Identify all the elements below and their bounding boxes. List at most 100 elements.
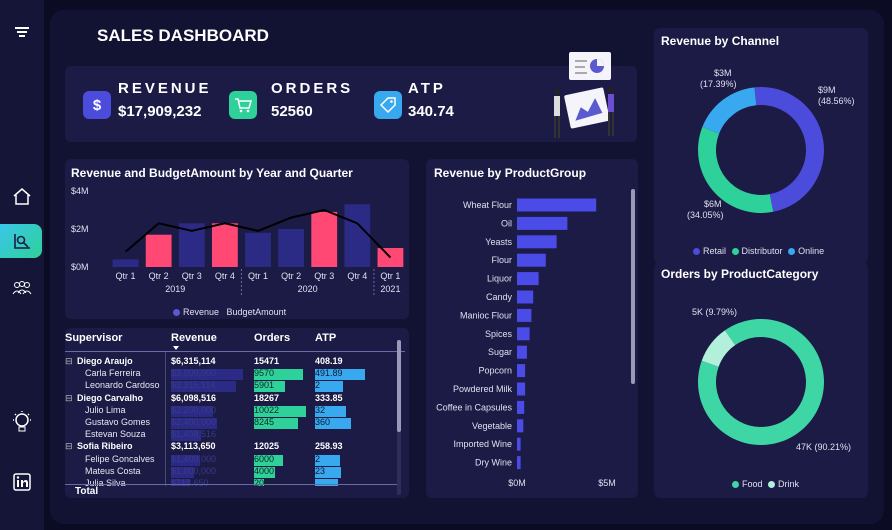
collapse-icon[interactable]: ⊟ xyxy=(65,393,73,404)
table-row[interactable]: Gustavo Gomes $2,400,000 8245 360 xyxy=(65,417,405,429)
label-drink: 5K (9.79%) xyxy=(692,307,738,317)
product-group-label: Vegetable xyxy=(472,421,512,431)
donut-slice-online[interactable] xyxy=(702,87,757,134)
employee-name: Mateus Costa xyxy=(85,465,141,476)
product-group-label: Oil xyxy=(501,218,512,228)
orders-cell: 12025 xyxy=(254,441,280,452)
home-icon[interactable] xyxy=(8,182,36,210)
revenue-bar[interactable] xyxy=(311,211,338,267)
employee-name: Gustavo Gomes xyxy=(85,417,151,427)
product-group-label: Spices xyxy=(485,329,513,339)
orders-cell: 10022 xyxy=(254,404,280,415)
sort-desc-icon[interactable] xyxy=(173,346,179,350)
table-row[interactable]: Estevan Souza $1,498,516 0 xyxy=(65,429,405,442)
collapse-icon[interactable]: ⊟ xyxy=(65,356,73,367)
product-group-bar[interactable] xyxy=(517,364,526,378)
atp-cell: 2 xyxy=(315,453,321,464)
supervisor-name: Diego Araujo xyxy=(77,356,133,366)
product-group-bar[interactable] xyxy=(517,345,527,359)
product-group-bar[interactable] xyxy=(517,235,557,249)
total-label: Total xyxy=(75,486,99,497)
revenue-bar[interactable] xyxy=(211,223,238,267)
revenue-cell: $1,400,000 xyxy=(171,453,217,464)
supervisor-group-row[interactable]: ⊟ Diego Carvalho $6,098,516 18267 333.85 xyxy=(65,393,405,405)
label-retail-pct: (48.56%) xyxy=(818,96,855,106)
atp-kpi-label: ATP xyxy=(408,80,446,97)
supervisor-group-row[interactable]: ⊟ Diego Araujo $6,315,114 15471 408.19 xyxy=(65,356,405,368)
quarter-tick-label: Qtr 1 xyxy=(380,271,400,281)
product-group-bar[interactable] xyxy=(517,308,532,322)
revenue-bar[interactable] xyxy=(245,232,271,267)
revenue-bar[interactable] xyxy=(344,204,371,267)
table-row[interactable]: Leonardo Cardoso $3,315,114 5901 2 xyxy=(65,380,405,393)
linkedin-icon[interactable] xyxy=(8,468,36,496)
revenue-bar[interactable] xyxy=(112,259,139,267)
atp-cell: 2 xyxy=(315,380,321,391)
revenue-budget-legend: Revenue BudgetAmount xyxy=(173,307,286,317)
collapse-icon[interactable]: ⊟ xyxy=(65,441,73,452)
col-revenue[interactable]: Revenue xyxy=(171,332,217,344)
team-icon[interactable] xyxy=(8,274,36,302)
product-group-label: Liquor xyxy=(487,274,512,284)
revenue-bar[interactable] xyxy=(278,229,305,267)
col-orders[interactable]: Orders xyxy=(254,332,290,344)
revenue-cell: $6,315,114 xyxy=(171,356,216,366)
product-group-bar[interactable] xyxy=(517,327,530,341)
supervisor-table: Supervisor Revenue Orders ATP ⊟ Diego Ara… xyxy=(65,328,409,498)
idea-icon[interactable] xyxy=(8,408,36,436)
product-group-panel: Revenue by ProductGroup Wheat Flour Oil Ye… xyxy=(426,159,638,498)
orders-kpi-label: ORDERS xyxy=(271,80,354,97)
analytics-icon[interactable] xyxy=(8,227,36,255)
product-group-bar[interactable] xyxy=(517,198,597,212)
product-group-bar[interactable] xyxy=(517,253,546,267)
table-row[interactable]: Julio Lima $2,200,000 10022 32 xyxy=(65,405,405,417)
dollar-icon: $ xyxy=(83,91,111,119)
header-divider xyxy=(65,351,405,352)
legend-revenue-dot xyxy=(173,309,180,317)
label-distributor-pct: (34.05%) xyxy=(687,210,724,220)
x-tick-label: $5M xyxy=(598,478,616,488)
sidebar xyxy=(0,0,44,530)
product-group-label: Imported Wine xyxy=(453,439,512,449)
total-divider xyxy=(65,484,397,485)
product-group-label: Coffee in Capsules xyxy=(436,402,512,412)
atp-cell: 360 xyxy=(315,417,331,427)
product-group-bar[interactable] xyxy=(517,400,525,414)
revenue-cell: $3,000,000 xyxy=(171,368,217,379)
orders-cell: 9570 xyxy=(254,368,275,379)
product-group-bar[interactable] xyxy=(517,382,526,396)
table-row[interactable]: Felipe Goncalves $1,400,000 6000 2 xyxy=(65,454,405,466)
legend-retail: Retail xyxy=(703,246,727,256)
table-row[interactable]: Carla Ferreira $3,000,000 9570 491.89 xyxy=(65,368,405,381)
product-group-bar[interactable] xyxy=(517,290,534,304)
channel-legend: Retail Distributor Online xyxy=(693,246,824,256)
atp-cell: 23 xyxy=(315,465,326,476)
revenue-kpi-value: $17,909,232 xyxy=(118,103,202,120)
supervisor-group-row[interactable]: ⊟ Sofia Ribeiro $3,113,650 12025 258.93 xyxy=(65,441,405,453)
col-atp[interactable]: ATP xyxy=(315,332,336,344)
orders-cell: 0 xyxy=(254,429,260,440)
product-scrollbar[interactable] xyxy=(631,189,635,384)
product-group-bar[interactable] xyxy=(517,419,524,433)
y-tick-label: $2M xyxy=(71,224,89,234)
table-row[interactable]: Mateus Costa $1,000,000 4000 23 xyxy=(65,466,405,478)
product-group-label: Wheat Flour xyxy=(463,200,512,210)
revenue-budget-chart: $0M $2M $4M Qtr 1 Qtr 2 Qtr 3 Qtr 4 Qtr 1 Qtr 2 Q… xyxy=(71,186,404,297)
x-tick-label: $0M xyxy=(508,478,526,488)
table-scroll-thumb[interactable] xyxy=(397,340,401,432)
product-group-bar[interactable] xyxy=(517,216,568,230)
category-panel: Orders by ProductCategory 5K (9.79%) 47K… xyxy=(654,262,868,498)
revenue-bar[interactable] xyxy=(178,223,205,267)
page-title: SALES DASHBOARD xyxy=(97,26,269,45)
revenue-cell: $1,498,516 xyxy=(171,429,217,440)
employee-name: Estevan Souza xyxy=(85,429,146,440)
product-group-bar[interactable] xyxy=(517,272,539,286)
table-scrollbar[interactable] xyxy=(397,340,401,495)
donut-slice-retail[interactable] xyxy=(754,86,824,212)
revenue-bar[interactable] xyxy=(145,234,172,267)
product-scroll-thumb[interactable] xyxy=(631,189,635,384)
col-supervisor[interactable]: Supervisor xyxy=(65,332,122,344)
product-group-bar[interactable] xyxy=(517,456,521,470)
product-group-bar[interactable] xyxy=(517,437,521,451)
filter-icon[interactable] xyxy=(8,18,36,46)
